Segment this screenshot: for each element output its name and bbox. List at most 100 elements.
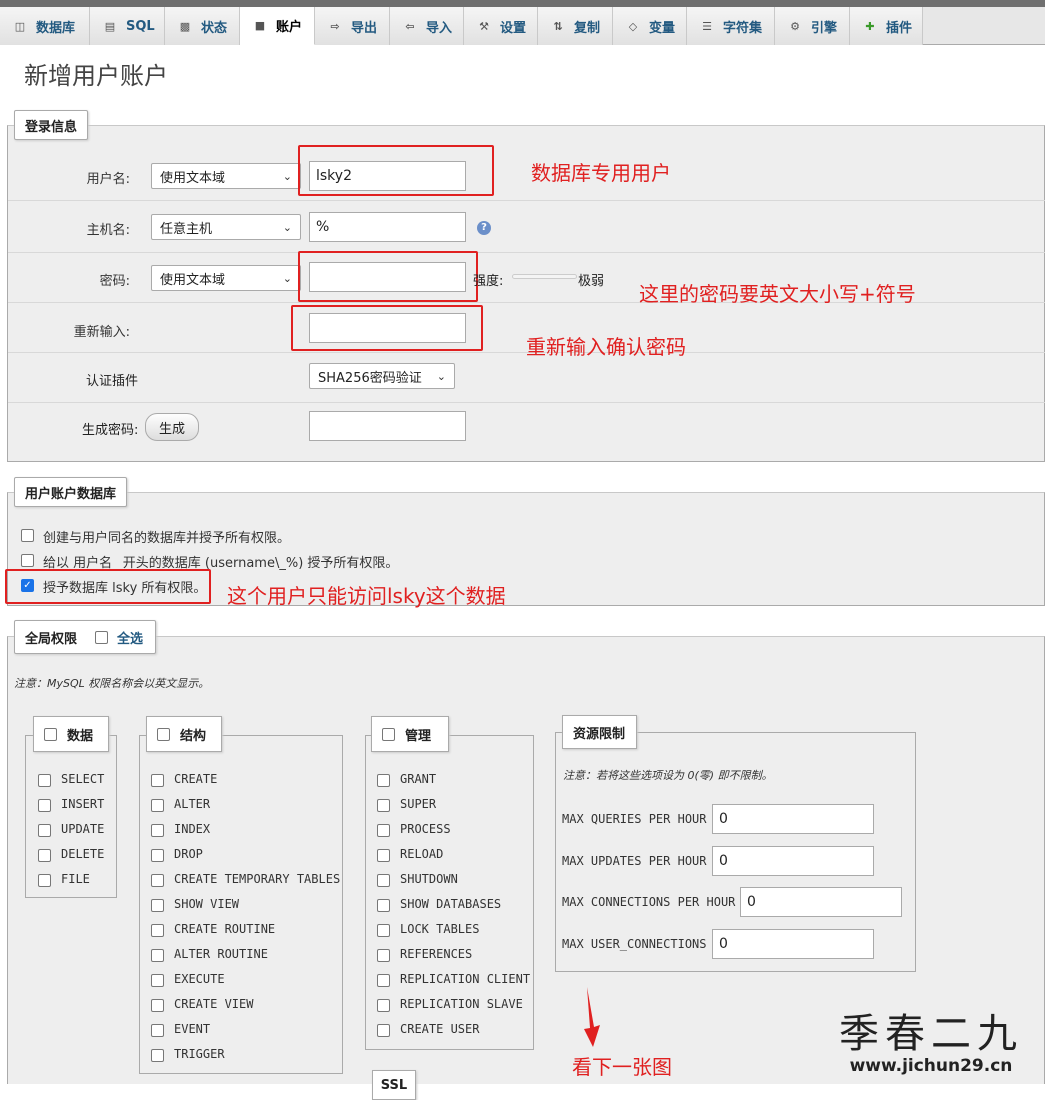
tab-bar: ◫ 数据库 ▤ SQL ▩ 状态 ■ 账户 ⇨ 导出 ⇦ 导入 ⚒ 设置 ⇅ 复制 ◇ 变量 ☰ 字… xyxy=(0,7,1045,45)
host-input[interactable]: % xyxy=(309,212,466,242)
tab-status[interactable]: ▩ 状态 xyxy=(165,7,240,45)
structure-privilege-label: CREATE ROUTINE xyxy=(174,922,276,936)
wildcard-db-checkbox[interactable] xyxy=(21,554,34,567)
structure-privilege-checkbox[interactable] xyxy=(151,924,164,937)
tab-accounts[interactable]: ■ 账户 xyxy=(240,7,315,45)
admin-privilege-label: CREATE USER xyxy=(400,1022,480,1036)
tab-variables[interactable]: ◇ 变量 xyxy=(613,7,687,45)
strength-text: 极弱 xyxy=(578,274,605,289)
data-privilege-label: INSERT xyxy=(61,797,105,811)
chevron-down-icon: ⌄ xyxy=(282,271,292,285)
structure-privilege-label: DROP xyxy=(174,847,203,861)
structure-privilege-label: CREATE xyxy=(174,772,218,786)
create-db-checkbox[interactable] xyxy=(21,529,34,542)
structure-group-checkbox[interactable] xyxy=(157,727,170,741)
data-privilege-checkbox[interactable] xyxy=(38,874,51,887)
password-label: 密码: xyxy=(99,274,130,289)
structure-privilege-checkbox[interactable] xyxy=(151,1024,164,1037)
breadcrumb-strip xyxy=(0,0,1045,7)
structure-privilege-checkbox[interactable] xyxy=(151,949,164,962)
engine-icon: ⚙ xyxy=(790,19,800,33)
admin-privilege-checkbox[interactable] xyxy=(377,949,390,962)
tab-engines[interactable]: ⚙ 引擎 xyxy=(775,7,850,45)
watermark: 季春二九 www.jichun29.cn xyxy=(839,1012,1023,1076)
tab-databases[interactable]: ◫ 数据库 xyxy=(0,7,90,45)
admin-privilege-label: REFERENCES xyxy=(400,947,473,961)
structure-privilege-checkbox[interactable] xyxy=(151,899,164,912)
structure-privilege-checkbox[interactable] xyxy=(151,824,164,837)
auth-plugin-select[interactable]: SHA256密码验证 ⌄ xyxy=(309,363,455,389)
max-queries-input[interactable]: 0 xyxy=(712,804,874,834)
annotation-retype: 重新输入确认密码 xyxy=(526,335,686,359)
page-title: 新增用户账户 xyxy=(24,62,168,90)
help-icon[interactable]: ? xyxy=(477,221,491,235)
structure-privilege-checkbox[interactable] xyxy=(151,999,164,1012)
tab-replication[interactable]: ⇅ 复制 xyxy=(538,7,613,45)
tab-export[interactable]: ⇨ 导出 xyxy=(315,7,390,45)
annotation-db: 这个用户只能访问lsky这个数据 xyxy=(227,584,506,608)
structure-privilege-checkbox[interactable] xyxy=(151,974,164,987)
tab-import[interactable]: ⇦ 导入 xyxy=(390,7,464,45)
admin-privilege-checkbox[interactable] xyxy=(377,924,390,937)
admin-group-checkbox[interactable] xyxy=(382,727,395,741)
structure-privilege-label: CREATE TEMPORARY TABLES xyxy=(174,872,341,886)
admin-privilege-label: SHOW DATABASES xyxy=(400,897,502,911)
highlight-password xyxy=(298,251,478,302)
admin-privilege-label: RELOAD xyxy=(400,847,444,861)
charset-icon: ☰ xyxy=(702,19,712,33)
admin-privilege-checkbox[interactable] xyxy=(377,849,390,862)
admin-privilege-checkbox[interactable] xyxy=(377,824,390,837)
data-group-checkbox[interactable] xyxy=(44,727,57,741)
admin-privilege-checkbox[interactable] xyxy=(377,899,390,912)
data-privilege-label: UPDATE xyxy=(61,822,105,836)
password-type-select[interactable]: 使用文本域 ⌄ xyxy=(151,265,301,291)
resource-limits-legend: 资源限制 xyxy=(562,715,637,749)
structure-privilege-checkbox[interactable] xyxy=(151,874,164,887)
resource-note: 注意：若将这些选项设为 0(零) 即不限制。 xyxy=(563,769,773,782)
structure-privilege-checkbox[interactable] xyxy=(151,849,164,862)
status-icon: ▩ xyxy=(179,19,191,33)
max-user-connections-label: MAX USER_CONNECTIONS xyxy=(562,937,707,951)
max-user-connections-input[interactable]: 0 xyxy=(712,929,874,959)
admin-privilege-checkbox[interactable] xyxy=(377,774,390,787)
data-privilege-checkbox[interactable] xyxy=(38,824,51,837)
structure-privilege-label: ALTER xyxy=(174,797,211,811)
tab-sql[interactable]: ▤ SQL xyxy=(90,7,165,45)
structure-privilege-label: CREATE VIEW xyxy=(174,997,254,1011)
tab-charset[interactable]: ☰ 字符集 xyxy=(687,7,775,45)
select-all-link[interactable]: 全选 xyxy=(117,628,143,647)
username-type-select[interactable]: 使用文本域 ⌄ xyxy=(151,163,301,189)
data-privilege-checkbox[interactable] xyxy=(38,849,51,862)
max-connections-label: MAX CONNECTIONS PER HOUR xyxy=(562,895,736,909)
max-updates-input[interactable]: 0 xyxy=(712,846,874,876)
export-icon: ⇨ xyxy=(330,19,340,33)
data-privilege-checkbox[interactable] xyxy=(38,799,51,812)
admin-privilege-checkbox[interactable] xyxy=(377,799,390,812)
structure-privilege-checkbox[interactable] xyxy=(151,1049,164,1062)
highlight-grant-lsky xyxy=(5,569,211,604)
chevron-down-icon: ⌄ xyxy=(436,369,446,383)
annotation-next: 看下一张图 xyxy=(572,1055,672,1079)
retype-label: 重新输入: xyxy=(73,325,130,340)
select-all-checkbox[interactable] xyxy=(95,630,109,644)
host-label: 主机名: xyxy=(86,223,130,238)
tab-settings[interactable]: ⚒ 设置 xyxy=(464,7,538,45)
max-connections-input[interactable]: 0 xyxy=(740,887,902,917)
structure-privilege-checkbox[interactable] xyxy=(151,799,164,812)
admin-privilege-checkbox[interactable] xyxy=(377,1024,390,1037)
max-queries-label: MAX QUERIES PER HOUR xyxy=(562,812,707,826)
host-type-select[interactable]: 任意主机 ⌄ xyxy=(151,214,301,240)
admin-privilege-checkbox[interactable] xyxy=(377,874,390,887)
data-privilege-checkbox[interactable] xyxy=(38,774,51,787)
structure-privilege-checkbox[interactable] xyxy=(151,774,164,787)
admin-privilege-checkbox[interactable] xyxy=(377,974,390,987)
admin-privilege-checkbox[interactable] xyxy=(377,999,390,1012)
generated-password-input[interactable] xyxy=(309,411,466,441)
watermark-title: 季春二九 xyxy=(839,1011,1023,1057)
login-legend: 登录信息 xyxy=(14,110,89,140)
generate-button[interactable]: 生成 xyxy=(145,413,199,441)
tab-plugins[interactable]: ✚ 插件 xyxy=(850,7,923,45)
max-updates-label: MAX UPDATES PER HOUR xyxy=(562,854,707,868)
admin-privilege-label: SHUTDOWN xyxy=(400,872,458,886)
data-privilege-label: SELECT xyxy=(61,772,105,786)
